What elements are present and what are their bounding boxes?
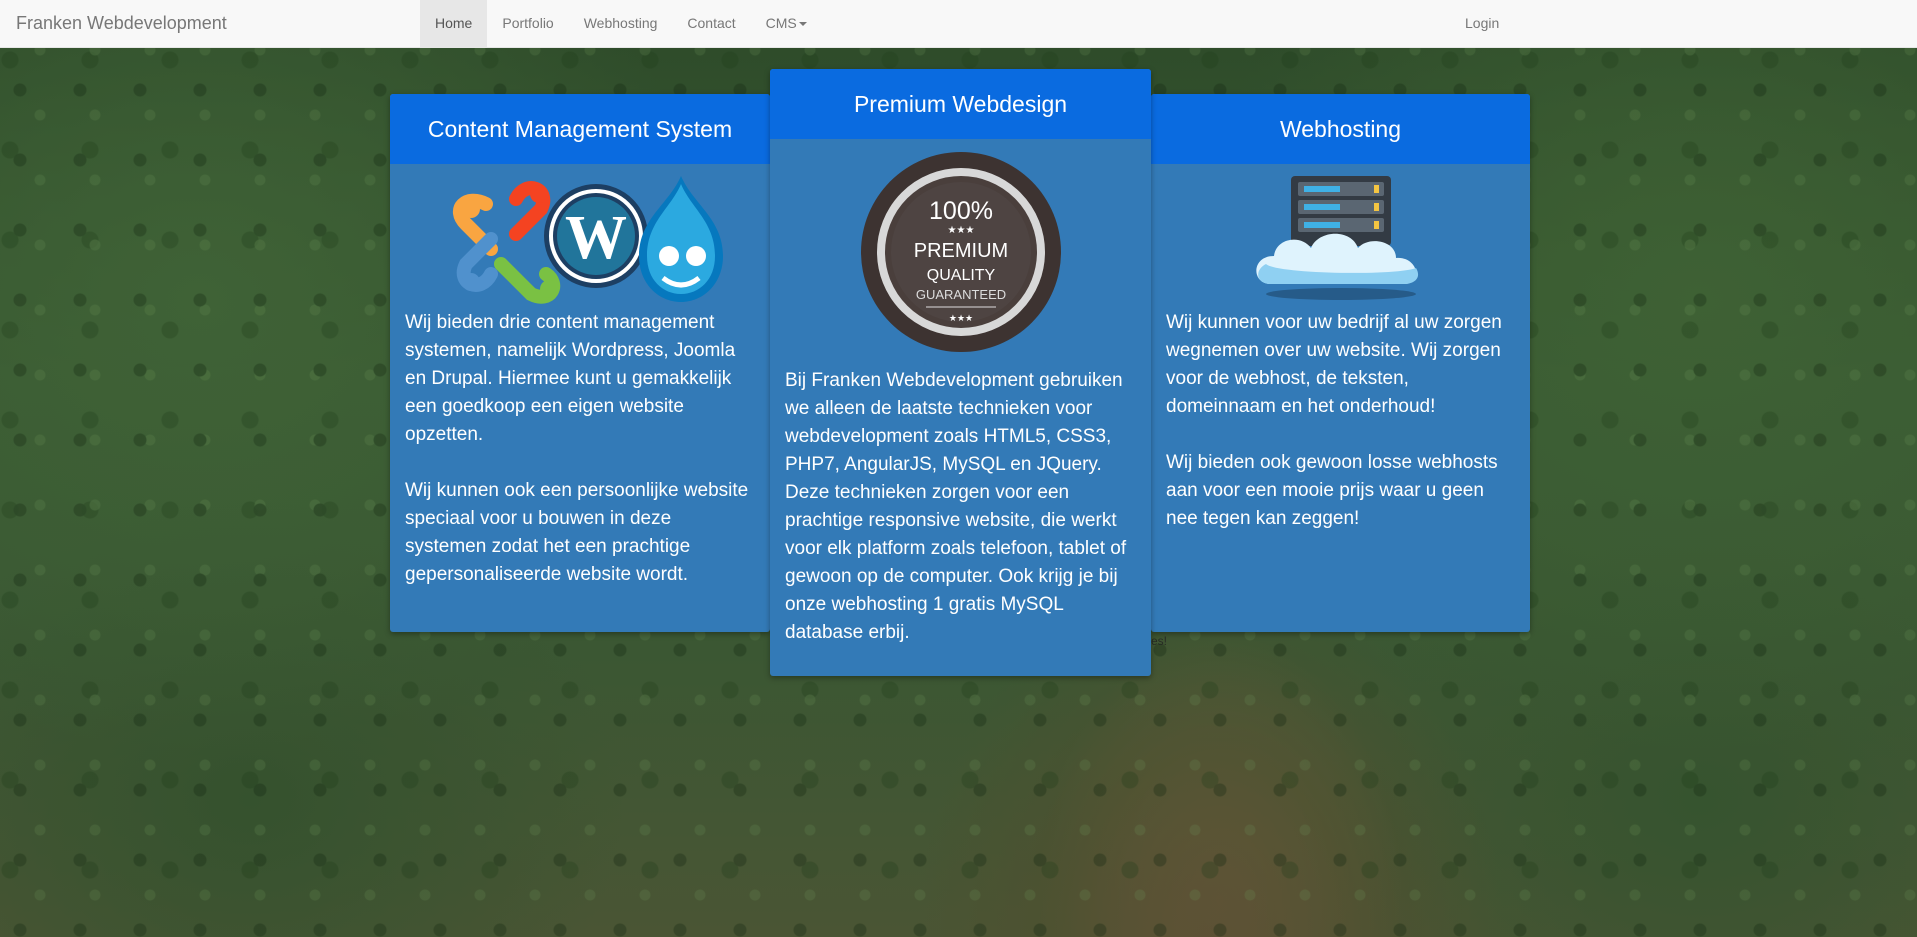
hosting-card-title: Webhosting [1279, 116, 1402, 142]
premium-card: Premium Webdesign 100% ★★★ PREMIUM QUALI… [770, 69, 1151, 676]
badge-line3: GUARANTEED [916, 287, 1006, 302]
nav-dropdown-cms[interactable]: CMS [751, 0, 822, 48]
premium-card-title: Premium Webdesign [853, 91, 1068, 117]
joomla-logo-icon [452, 181, 560, 304]
premium-card-header: Premium Webdesign [770, 69, 1151, 139]
hosting-card-header: Webhosting [1151, 94, 1530, 164]
nav-item-webhosting: Webhosting [569, 0, 673, 48]
nav-link-home[interactable]: Home [420, 0, 488, 48]
badge-stars-bottom: ★★★ [949, 313, 973, 323]
wordpress-logo-icon: W [543, 184, 648, 288]
hosting-paragraph-2: Wij bieden ook gewoon losse webhosts aan… [1166, 452, 1498, 529]
brand-link[interactable]: Franken Webdevelopment [16, 0, 227, 46]
badge-line2: QUALITY [927, 267, 996, 284]
hosting-card-body: Wij kunnen voor uw bedrijf al uw zorgen … [1151, 164, 1530, 533]
nav-dropdown-cms-label: CMS [765, 15, 797, 31]
cms-card: Content Management System W Wij bieden d… [390, 94, 770, 632]
drupal-logo-icon [638, 176, 723, 302]
nav-item-home: Home [420, 0, 488, 48]
cms-logos-image: W [452, 176, 723, 304]
premium-paragraph: Bij Franken Webdevelopment gebruiken we … [785, 370, 1127, 643]
nav-link-webhosting[interactable]: Webhosting [569, 0, 673, 48]
cms-paragraph-1: Wij bieden drie content management syste… [405, 312, 736, 445]
hosting-card: Webhosting Wij kunnen voor uw bedrijf al… [1151, 94, 1530, 632]
nav-item-portfolio: Portfolio [487, 0, 568, 48]
premium-quality-badge: 100% ★★★ PREMIUM QUALITY GUARANTEED ★★★ [861, 152, 1061, 352]
navbar: Franken Webdevelopment Home Portfolio We… [0, 0, 1917, 48]
cloud-server-image [1256, 176, 1419, 300]
nav-link-contact[interactable]: Contact [672, 0, 750, 48]
badge-line1: PREMIUM [914, 240, 1008, 262]
nav-item-contact: Contact [672, 0, 750, 48]
cms-card-header: Content Management System [390, 94, 770, 164]
hosting-paragraph-1: Wij kunnen voor uw bedrijf al uw zorgen … [1166, 312, 1502, 417]
cloud-server-icon [1256, 176, 1419, 300]
svg-text:W: W [565, 204, 627, 272]
badge-percent: 100% [929, 197, 993, 225]
partially-hidden-text: es! [1151, 634, 1168, 648]
login-link[interactable]: Login [1450, 0, 1514, 48]
cms-paragraph-2: Wij kunnen ook een persoonlijke website … [405, 480, 749, 585]
cms-card-body: W Wij bieden drie content management sys… [390, 164, 770, 589]
main-nav: Home Portfolio Webhosting Contact CMS [420, 0, 822, 48]
cms-card-title: Content Management System [427, 116, 733, 142]
nav-item-cms: CMS [751, 0, 822, 48]
badge-stars-top: ★★★ [948, 225, 975, 236]
nav-link-portfolio[interactable]: Portfolio [487, 0, 568, 48]
premium-card-body: 100% ★★★ PREMIUM QUALITY GUARANTEED ★★★ … [770, 147, 1151, 647]
caret-down-icon [798, 22, 807, 27]
